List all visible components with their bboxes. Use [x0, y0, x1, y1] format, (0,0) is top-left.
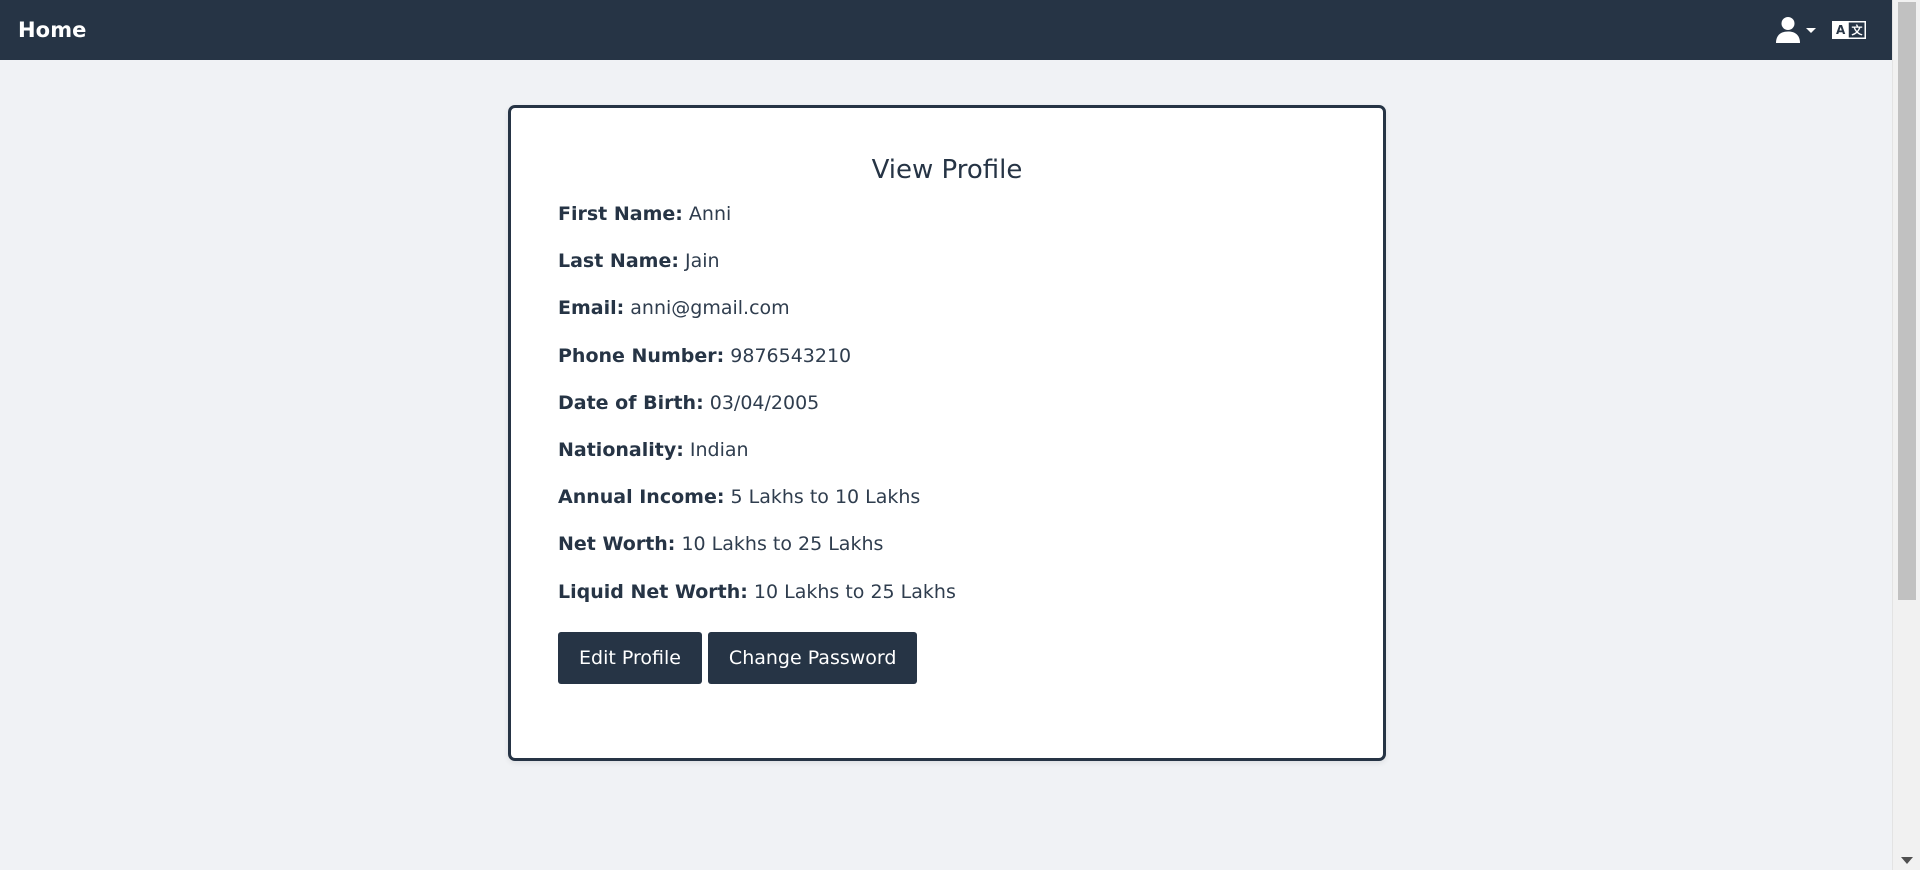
field-label: Net Worth: — [558, 533, 676, 556]
field-last-name: Last Name: Jain — [558, 248, 1336, 274]
change-password-button[interactable]: Change Password — [707, 631, 918, 684]
field-value: Anni — [688, 203, 732, 225]
field-value: 10 Lakhs to 25 Lakhs — [681, 533, 884, 556]
field-email: Email: anni@gmail.com — [558, 295, 1336, 321]
field-value: Jain — [685, 250, 720, 273]
profile-actions: Edit Profile Change Password — [558, 631, 1336, 684]
field-label: Date of Birth: — [558, 391, 704, 414]
field-phone-number: Phone Number: 9876543210 — [558, 343, 1336, 369]
page-title: View Profile — [871, 155, 1023, 185]
chevron-down-icon — [1806, 27, 1816, 33]
vertical-scrollbar[interactable] — [1892, 0, 1920, 870]
user-menu-toggle[interactable] — [1776, 16, 1816, 44]
scroll-down-arrow-icon[interactable] — [1901, 857, 1913, 864]
field-value: 10 Lakhs to 25 Lakhs — [753, 580, 956, 603]
top-navbar: Home A 文 — [0, 0, 1892, 60]
scrollbar-thumb[interactable] — [1898, 2, 1916, 600]
field-liquid-net-worth: Liquid Net Worth: 10 Lakhs to 25 Lakhs — [558, 579, 1336, 605]
navbar-actions: A 文 — [1776, 16, 1866, 44]
field-label: Phone Number: — [558, 344, 725, 367]
field-net-worth: Net Worth: 10 Lakhs to 25 Lakhs — [558, 531, 1336, 557]
profile-card: View Profile First Name: Anni Last Name:… — [508, 105, 1386, 761]
home-link[interactable]: Home — [18, 18, 87, 42]
field-label: Annual Income: — [558, 486, 725, 509]
language-switch-button[interactable]: A 文 — [1832, 21, 1866, 39]
field-value: 03/04/2005 — [709, 391, 820, 414]
field-label: Liquid Net Worth: — [558, 580, 748, 603]
svg-text:文: 文 — [1852, 23, 1864, 37]
field-date-of-birth: Date of Birth: 03/04/2005 — [558, 390, 1336, 416]
edit-profile-button[interactable]: Edit Profile — [558, 631, 702, 684]
field-annual-income: Annual Income: 5 Lakhs to 10 Lakhs — [558, 484, 1336, 510]
user-icon — [1776, 17, 1800, 43]
field-label: Nationality: — [558, 438, 684, 461]
field-first-name: First Name: Anni — [558, 201, 1336, 227]
field-value: Indian — [689, 438, 749, 461]
field-label: First Name: — [558, 203, 683, 225]
field-nationality: Nationality: Indian — [558, 437, 1336, 463]
field-value: anni@gmail.com — [630, 297, 790, 320]
field-value: 9876543210 — [730, 344, 852, 367]
svg-text:A: A — [1836, 23, 1846, 37]
field-label: Email: — [558, 297, 625, 320]
field-value: 5 Lakhs to 10 Lakhs — [730, 486, 921, 509]
field-label: Last Name: — [558, 250, 679, 273]
translate-icon: A 文 — [1832, 21, 1866, 39]
